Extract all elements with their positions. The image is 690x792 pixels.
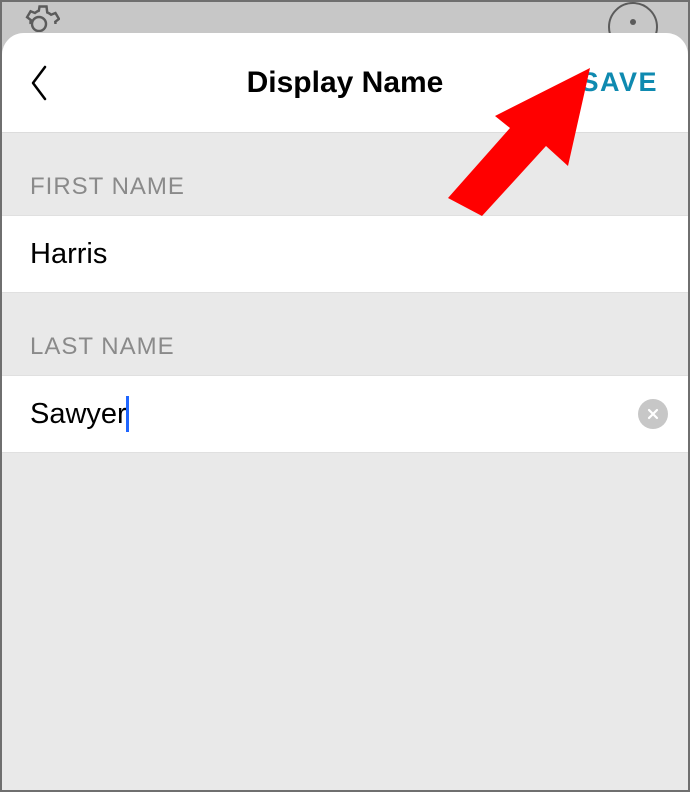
navbar: Display Name SAVE [2, 33, 688, 133]
last-name-row[interactable]: Sawyer [2, 375, 688, 453]
first-name-label: FIRST NAME [2, 133, 688, 215]
first-name-row[interactable] [2, 215, 688, 293]
clear-text-button[interactable] [638, 399, 668, 429]
text-cursor-icon [126, 396, 129, 432]
save-button[interactable]: SAVE [576, 57, 662, 108]
x-icon [646, 407, 660, 421]
settings-gear-icon [18, 2, 60, 37]
last-name-value: Sawyer [30, 398, 127, 431]
last-name-input[interactable]: Sawyer [30, 396, 638, 432]
chevron-left-icon [28, 63, 50, 103]
last-name-label: LAST NAME [2, 293, 688, 375]
first-name-input[interactable] [30, 238, 668, 271]
back-button[interactable] [28, 53, 68, 113]
display-name-sheet: Display Name SAVE FIRST NAME LAST NAME S… [2, 33, 688, 790]
